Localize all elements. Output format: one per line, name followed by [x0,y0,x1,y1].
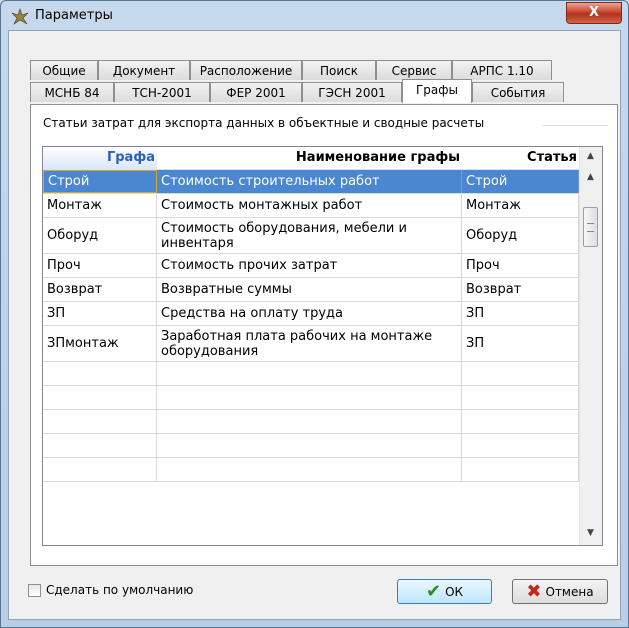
tab-r1-2[interactable]: Документ [98,60,190,80]
cell-statya[interactable] [462,434,579,457]
table-row[interactable] [43,386,579,410]
cancel-button[interactable]: ✖ Отмена [512,579,608,604]
checkmark-icon: ✔ [425,581,442,602]
header-statya[interactable]: Статья [462,147,579,169]
tab-r2-1[interactable]: МСНБ 84 [30,82,114,102]
table-row[interactable]: Монтаж Стоимость монтажных работ Монтаж [43,194,579,218]
table-row[interactable]: ЗПмонтаж Заработная плата рабочих на монт… [43,326,579,362]
cell-name[interactable] [157,434,462,457]
tab-r2-2[interactable]: ТСН-2001 [114,82,210,102]
cell-statya[interactable]: Монтаж [462,194,579,217]
columns-grid[interactable]: Графа Наименование графы Статья Строй Сто… [42,146,603,546]
header-name[interactable]: Наименование графы [157,147,462,169]
cell-grafa[interactable]: Строй [43,170,157,193]
tab-r1-5[interactable]: Сервис [376,60,452,80]
cell-grafa[interactable] [43,362,157,385]
cell-name[interactable]: Возвратные суммы [157,278,462,301]
tab-r1-4[interactable]: Поиск [302,60,376,80]
cell-name[interactable]: Стоимость оборудования, мебели и инвента… [157,218,462,253]
table-row[interactable]: Проч Стоимость прочих затрат Проч [43,254,579,278]
group-divider [543,125,608,126]
cell-name[interactable] [157,458,462,481]
cell-statya[interactable] [462,458,579,481]
table-row[interactable] [43,410,579,434]
cell-grafa[interactable]: Возврат [43,278,157,301]
tab-r1-6[interactable]: АРПС 1.10 [452,60,552,80]
cell-name[interactable] [157,410,462,433]
table-row[interactable]: ЗП Средства на оплату труда ЗП [43,302,579,326]
title-bar[interactable]: Параметры X [1,1,628,31]
cell-name[interactable] [157,386,462,409]
cell-grafa[interactable] [43,410,157,433]
cell-statya[interactable] [462,362,579,385]
scroll-thumb[interactable] [583,207,598,247]
cell-statya[interactable]: Оборуд [462,218,579,253]
cell-grafa[interactable]: Оборуд [43,218,157,253]
cell-statya[interactable] [462,386,579,409]
cell-statya[interactable]: Возврат [462,278,579,301]
cell-name[interactable]: Средства на оплату труда [157,302,462,325]
table-row[interactable] [43,362,579,386]
cell-statya[interactable]: ЗП [462,326,579,361]
cell-name[interactable] [157,362,462,385]
cell-grafa[interactable]: ЗПмонтаж [43,326,157,361]
table-row[interactable]: Строй Стоимость строительных работ Строй [43,170,579,194]
cell-name[interactable]: Стоимость монтажных работ [157,194,462,217]
cell-grafa[interactable] [43,458,157,481]
header-grafa[interactable]: Графа [43,147,157,169]
table-row[interactable]: Оборуд Стоимость оборудования, мебели и и… [43,218,579,254]
tab-r1-1[interactable]: Общие [30,60,98,80]
tab-row-2: МСНБ 84 ТСН-2001 ФЕР 2001 ГЭСН 2001 Графы Соб… [30,79,618,103]
cell-statya[interactable] [462,410,579,433]
tab-r1-3[interactable]: Расположение [190,60,302,80]
ok-label: ОК [445,584,464,599]
table-row[interactable] [43,458,579,482]
cell-statya[interactable]: Строй [462,170,579,193]
cell-grafa[interactable]: Монтаж [43,194,157,217]
tab-r2-6[interactable]: События [472,82,564,102]
cell-grafa[interactable] [43,386,157,409]
grip-icon [587,223,594,232]
cross-icon: ✖ [526,581,542,602]
vertical-scrollbar[interactable]: ▲ ▲ ▼ [579,147,602,545]
group-title: Статьи затрат для экспорта данных в объе… [41,116,489,130]
cell-statya[interactable]: ЗП [462,302,579,325]
grid-header: Графа Наименование графы Статья [43,147,579,170]
tab-row-1: Общие Документ Расположение Поиск Сервис АРПС… [30,60,618,81]
cell-name[interactable]: Заработная плата рабочих на монтаже обор… [157,326,462,361]
tab-r2-5[interactable]: Графы [402,79,472,103]
cancel-label: Отмена [545,584,594,599]
app-icon [11,8,29,25]
ok-button[interactable]: ✔ ОК [397,579,492,604]
cell-grafa[interactable] [43,434,157,457]
tab-r2-3[interactable]: ФЕР 2001 [210,82,302,102]
default-checkbox-label[interactable]: Сделать по умолчанию [46,583,193,597]
cell-grafa[interactable]: ЗП [43,302,157,325]
cell-name[interactable]: Стоимость прочих затрат [157,254,462,277]
scroll-top-icon[interactable]: ▲ [582,148,599,165]
window-title: Параметры [35,8,113,23]
scroll-down-icon[interactable]: ▼ [582,525,599,542]
scroll-up-icon[interactable]: ▲ [582,169,599,186]
cell-grafa[interactable]: Проч [43,254,157,277]
cell-name[interactable]: Стоимость строительных работ [157,170,462,193]
table-row[interactable] [43,434,579,458]
default-checkbox[interactable] [28,584,41,597]
tab-r2-4[interactable]: ГЭСН 2001 [302,82,402,102]
table-row[interactable]: Возврат Возвратные суммы Возврат [43,278,579,302]
cell-statya[interactable]: Проч [462,254,579,277]
close-button[interactable]: X [566,2,622,24]
